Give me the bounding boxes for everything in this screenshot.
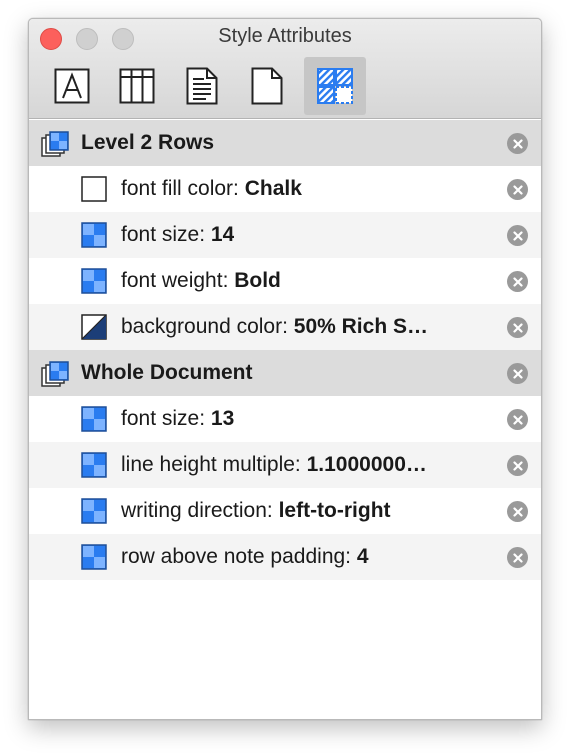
close-icon (512, 184, 523, 195)
attribute-label: background color: 50% Rich S… (121, 315, 428, 339)
blue-style-icon (81, 544, 107, 570)
attribute-label: font weight: Bold (121, 269, 281, 293)
attribute-key: font fill color: (121, 177, 245, 200)
close-icon (512, 460, 523, 471)
attribute-row-font-size[interactable]: font size: 13 (29, 396, 541, 442)
attribute-value: left-to-right (278, 499, 391, 522)
attribute-label: row above note padding: 4 (121, 545, 369, 569)
attribute-label: font size: 14 (121, 223, 234, 247)
style-attributes-tab[interactable] (304, 57, 366, 115)
attribute-label: font size: 13 (121, 407, 234, 431)
attribute-key: writing direction: (121, 499, 279, 522)
remove-button[interactable] (507, 317, 528, 338)
attribute-row-row-above-note-padding[interactable]: row above note padding: 4 (29, 534, 541, 580)
document-tab[interactable] (171, 57, 233, 115)
text-style-tab[interactable] (41, 57, 103, 115)
attribute-value: 13 (210, 407, 235, 430)
window-title: Style Attributes (218, 25, 352, 47)
white-swatch-icon (81, 176, 107, 202)
remove-button[interactable] (507, 363, 528, 384)
attribute-label: writing direction: left-to-right (121, 499, 391, 523)
attribute-row-font-fill-color[interactable]: font fill color: Chalk (29, 166, 541, 212)
document-text-icon (186, 67, 218, 105)
attribute-key: font size: (121, 407, 211, 430)
attribute-label: line height multiple: 1.1000000… (121, 453, 427, 477)
attribute-value: 14 (210, 223, 235, 246)
attribute-key: row above note padding: (121, 545, 357, 568)
remove-button[interactable] (507, 271, 528, 292)
attribute-row-line-height-multiple[interactable]: line height multiple: 1.1000000… (29, 442, 541, 488)
blue-style-icon (81, 268, 107, 294)
blue-style-icon (81, 452, 107, 478)
style-stack-icon (41, 131, 69, 157)
blue-style-icon (81, 222, 107, 248)
columns-tab[interactable] (106, 57, 168, 115)
attribute-value: Chalk (244, 177, 302, 200)
text-style-icon (54, 68, 90, 104)
attribute-value: Bold (234, 269, 281, 292)
attribute-key: font size: (121, 223, 211, 246)
attribute-row-background-color[interactable]: background color: 50% Rich S… (29, 304, 541, 350)
page-tab[interactable] (236, 57, 298, 115)
attribute-key: background color: (121, 315, 294, 338)
group-row-level-2-rows[interactable]: Level 2 Rows (29, 120, 541, 166)
attribute-key: font weight: (121, 269, 235, 292)
remove-button[interactable] (507, 225, 528, 246)
attribute-row-writing-direction[interactable]: writing direction: left-to-right (29, 488, 541, 534)
remove-button[interactable] (507, 547, 528, 568)
attribute-row-font-weight[interactable]: font weight: Bold (29, 258, 541, 304)
attribute-row-font-size[interactable]: font size: 14 (29, 212, 541, 258)
group-row-whole-document[interactable]: Whole Document (29, 350, 541, 396)
columns-icon (119, 68, 155, 104)
style-attributes-window: Style Attributes Level 2 Rows font fill … (28, 18, 542, 720)
close-icon (512, 276, 523, 287)
blue-style-icon (81, 406, 107, 432)
close-icon (512, 552, 523, 563)
close-icon (512, 322, 523, 333)
remove-button[interactable] (507, 179, 528, 200)
group-label: Level 2 Rows (81, 131, 215, 154)
attribute-list: Level 2 Rows font fill color: Chalk font… (29, 120, 541, 580)
style-stack-icon (41, 361, 69, 387)
attribute-value: 4 (356, 545, 369, 568)
style-attributes-icon (317, 68, 353, 104)
remove-button[interactable] (507, 501, 528, 522)
close-icon (512, 368, 523, 379)
attribute-value: 50% Rich S… (293, 315, 428, 338)
close-icon (512, 230, 523, 241)
remove-button[interactable] (507, 133, 528, 154)
group-label: Whole Document (81, 361, 253, 384)
attribute-value: 1.1000000… (306, 453, 427, 476)
remove-button[interactable] (507, 455, 528, 476)
blue-style-icon (81, 498, 107, 524)
split-color-swatch-icon (81, 314, 107, 340)
close-icon (512, 138, 523, 149)
remove-button[interactable] (507, 409, 528, 430)
titlebar: Style Attributes (29, 19, 541, 119)
page-icon (251, 67, 283, 105)
close-icon (512, 414, 523, 425)
attribute-label: font fill color: Chalk (121, 177, 302, 201)
attribute-key: line height multiple: (121, 453, 307, 476)
close-icon (512, 506, 523, 517)
